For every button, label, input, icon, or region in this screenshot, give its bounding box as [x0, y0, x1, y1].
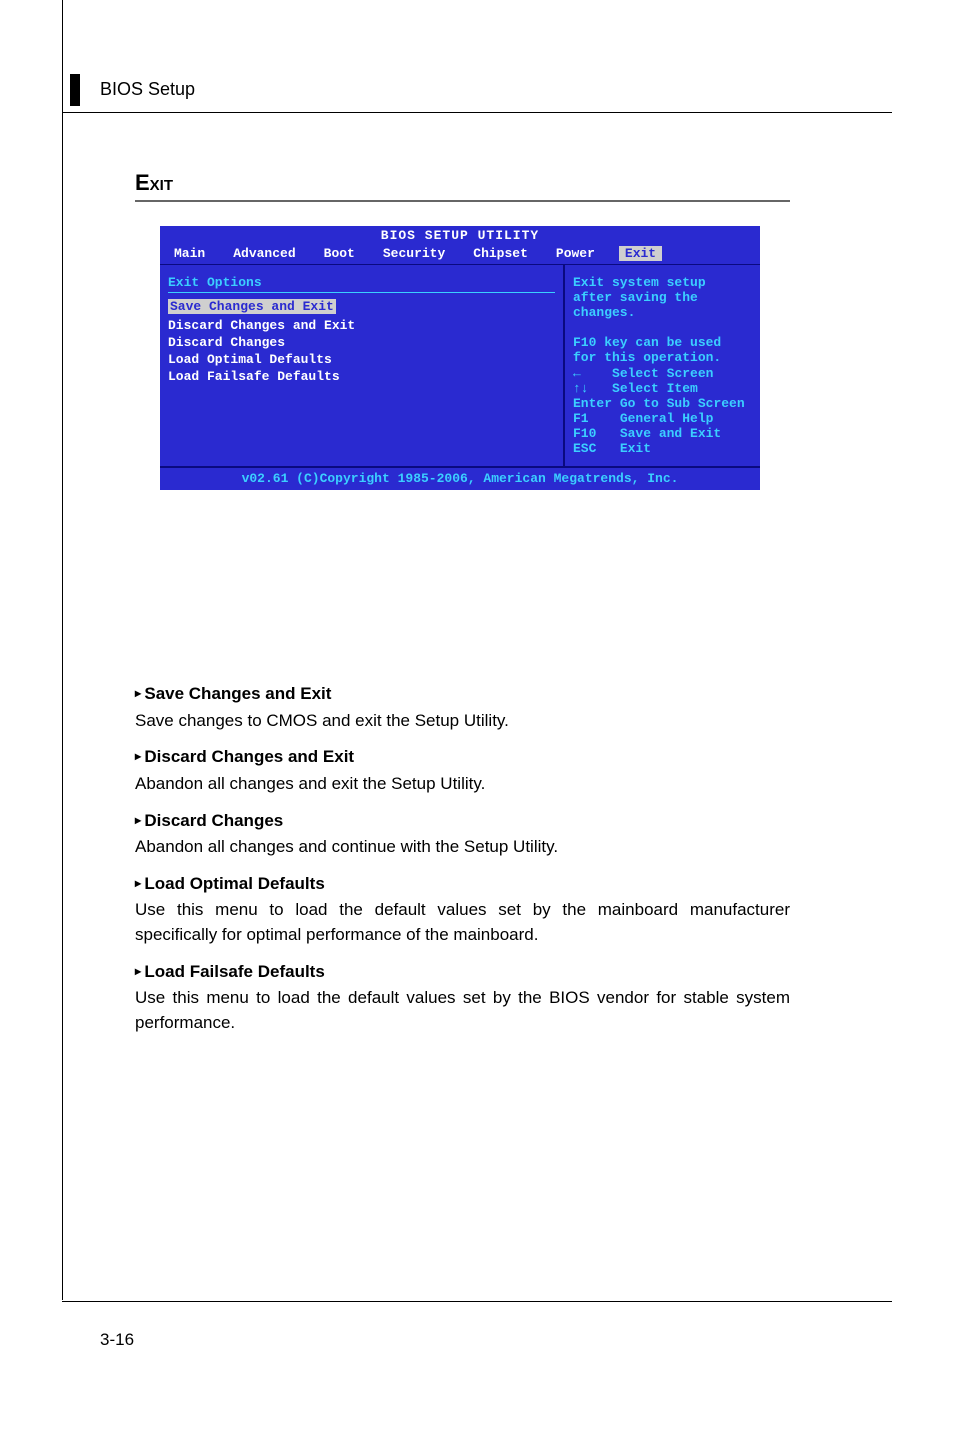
key-left-label: Select Screen [612, 366, 713, 381]
bios-item-load-failsafe[interactable]: Load Failsafe Defaults [168, 369, 555, 384]
doc-title-discard: Discard Changes [135, 809, 790, 834]
doc-body-discard: Abandon all changes and continue with th… [135, 835, 790, 860]
bios-tab-security[interactable]: Security [369, 246, 459, 261]
key-enter-label: Go to Sub Screen [620, 396, 745, 411]
key-f1-label: General Help [620, 411, 714, 426]
bios-window-title: BIOS SETUP UTILITY [160, 226, 760, 244]
bios-tab-advanced[interactable]: Advanced [219, 246, 309, 261]
bios-tab-chipset[interactable]: Chipset [459, 246, 542, 261]
page-content: Save Changes and Exit Save changes to CM… [135, 670, 790, 1042]
bios-left-panel: Exit Options Save Changes and Exit Disca… [160, 264, 565, 466]
bios-body: Exit Options Save Changes and Exit Disca… [160, 264, 760, 466]
doc-title-load-failsafe: Load Failsafe Defaults [135, 960, 790, 985]
bios-tab-boot[interactable]: Boot [310, 246, 369, 261]
doc-body-save-exit: Save changes to CMOS and exit the Setup … [135, 709, 790, 734]
bios-window: BIOS SETUP UTILITY Main Advanced Boot Se… [160, 226, 760, 490]
bios-panel-heading: Exit Options [168, 275, 555, 290]
bios-item-discard-exit[interactable]: Discard Changes and Exit [168, 318, 555, 333]
doc-title-load-optimal: Load Optimal Defaults [135, 872, 790, 897]
header-bar-icon [70, 74, 80, 106]
doc-body-load-optimal: Use this menu to load the default values… [135, 898, 790, 947]
key-f10-icon: F10 [573, 426, 596, 441]
bios-tab-main[interactable]: Main [160, 246, 219, 261]
bios-item-load-optimal[interactable]: Load Optimal Defaults [168, 352, 555, 367]
key-f1-icon: F1 [573, 411, 589, 426]
bios-tab-power[interactable]: Power [542, 246, 609, 261]
footer-rule [62, 1301, 892, 1302]
bios-item-discard[interactable]: Discard Changes [168, 335, 555, 350]
header-title: BIOS Setup [100, 79, 195, 100]
doc-body-load-failsafe: Use this menu to load the default values… [135, 986, 790, 1035]
bios-right-panel: Exit system setup after saving the chang… [565, 264, 760, 466]
doc-title-discard-exit: Discard Changes and Exit [135, 745, 790, 770]
key-updown-icon: ↑↓ [573, 381, 589, 396]
doc-title-save-exit: Save Changes and Exit [135, 682, 790, 707]
key-esc-icon: ESC [573, 441, 596, 456]
header-rule [62, 112, 892, 113]
bios-item-save-exit[interactable]: Save Changes and Exit [168, 299, 336, 314]
key-f10-label: Save and Exit [620, 426, 721, 441]
page-left-rule [62, 0, 63, 1300]
key-updown-label: Select Item [612, 381, 698, 396]
key-enter-icon: Enter [573, 396, 612, 411]
bios-panel-heading-rule [168, 292, 555, 293]
key-left-icon: ← [573, 366, 581, 381]
bios-help-text: Exit system setup after saving the chang… [573, 275, 752, 366]
bios-help-keys: ← Select Screen ↑↓ Select Item Enter Go … [573, 366, 752, 456]
section-rule [135, 200, 790, 202]
page-number: 3-16 [100, 1330, 134, 1350]
section-title: Exit [135, 170, 173, 196]
doc-body-discard-exit: Abandon all changes and exit the Setup U… [135, 772, 790, 797]
key-esc-label: Exit [620, 441, 651, 456]
bios-footer: v02.61 (C)Copyright 1985-2006, American … [160, 466, 760, 490]
bios-tabs: Main Advanced Boot Security Chipset Powe… [160, 244, 760, 264]
bios-tab-exit[interactable]: Exit [619, 246, 662, 261]
